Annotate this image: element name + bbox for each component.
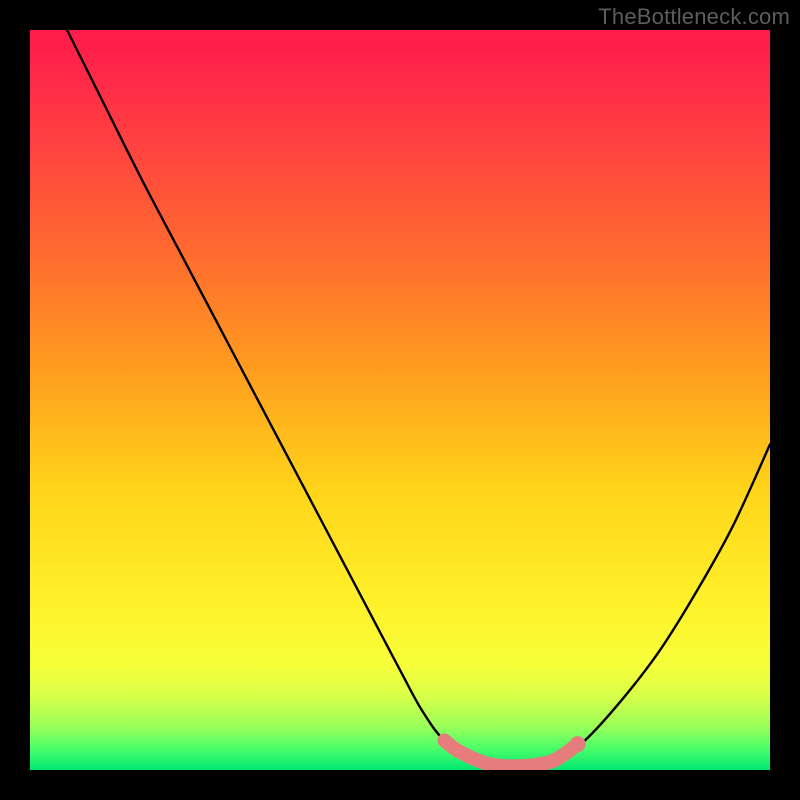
optimal-zone-highlight xyxy=(444,740,577,766)
plot-area xyxy=(30,30,770,770)
optimal-zone-end-dot xyxy=(570,736,586,752)
watermark-text: TheBottleneck.com xyxy=(598,4,790,30)
chart-frame: TheBottleneck.com xyxy=(0,0,800,800)
curve-layer xyxy=(30,30,770,770)
bottleneck-curve xyxy=(67,30,770,767)
